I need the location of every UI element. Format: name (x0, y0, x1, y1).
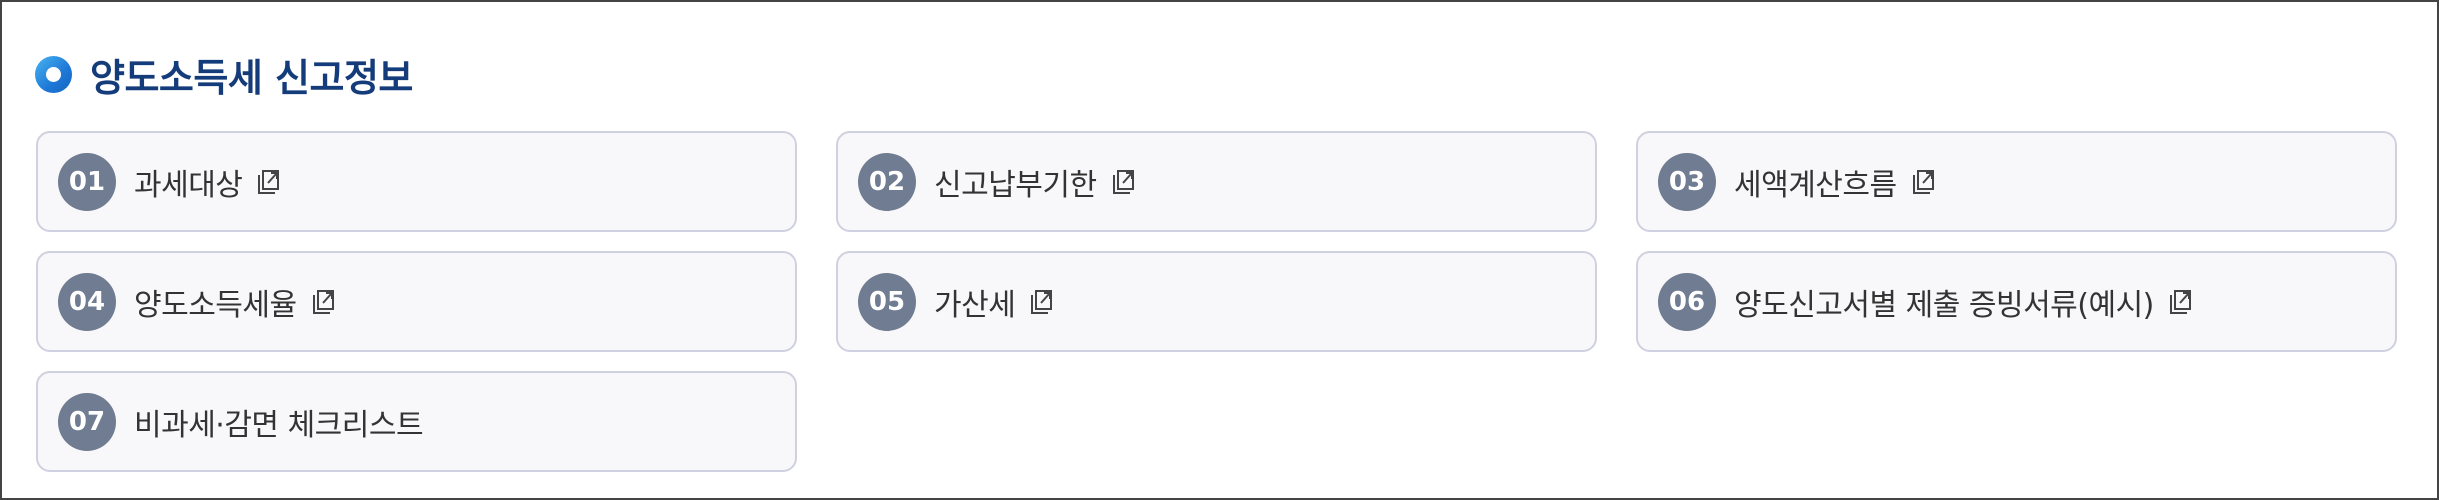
item-label: 신고납부기한 (934, 167, 1097, 203)
link-card-02[interactable]: 02 신고납부기한 (836, 131, 1597, 232)
item-number-badge: 04 (58, 272, 116, 331)
info-panel: 양도소득세 신고정보 01 과세대상 02 신고납부기한 03 세액계산흐름 04 양도소득세… (0, 0, 2439, 500)
circle-bullet-icon (35, 55, 72, 93)
external-link-icon (1029, 287, 1059, 317)
external-link-icon (256, 167, 286, 197)
item-label: 가산세 (934, 287, 1016, 323)
section-header: 양도소득세 신고정보 (35, 46, 413, 102)
link-card-06[interactable]: 06 양도신고서별 제출 증빙서류(예시) (1636, 251, 2397, 352)
item-number-badge: 06 (1658, 272, 1716, 331)
item-number-badge: 03 (1658, 152, 1716, 211)
link-card-05[interactable]: 05 가산세 (836, 251, 1597, 352)
link-card-01[interactable]: 01 과세대상 (36, 131, 797, 232)
external-link-icon (1911, 167, 1941, 197)
external-link-icon (2168, 287, 2198, 317)
external-link-icon (311, 287, 341, 317)
item-label: 양도소득세율 (134, 287, 297, 323)
item-number-badge: 01 (58, 152, 116, 211)
link-card-07[interactable]: 07 비과세·감면 체크리스트 (36, 371, 797, 472)
item-number-badge: 07 (58, 392, 116, 451)
link-card-03[interactable]: 03 세액계산흐름 (1636, 131, 2397, 232)
item-number-badge: 05 (858, 272, 916, 331)
section-title: 양도소득세 신고정보 (90, 55, 413, 100)
item-label: 과세대상 (134, 167, 243, 203)
item-label: 세액계산흐름 (1734, 167, 1897, 203)
external-link-icon (1111, 167, 1141, 197)
item-label: 양도신고서별 제출 증빙서류(예시) (1734, 287, 2154, 323)
item-number-badge: 02 (858, 152, 916, 211)
link-card-04[interactable]: 04 양도소득세율 (36, 251, 797, 352)
link-grid: 01 과세대상 02 신고납부기한 03 세액계산흐름 04 양도소득세율 05 가산세 06 양도신… (36, 131, 2397, 472)
item-label: 비과세·감면 체크리스트 (134, 407, 424, 443)
